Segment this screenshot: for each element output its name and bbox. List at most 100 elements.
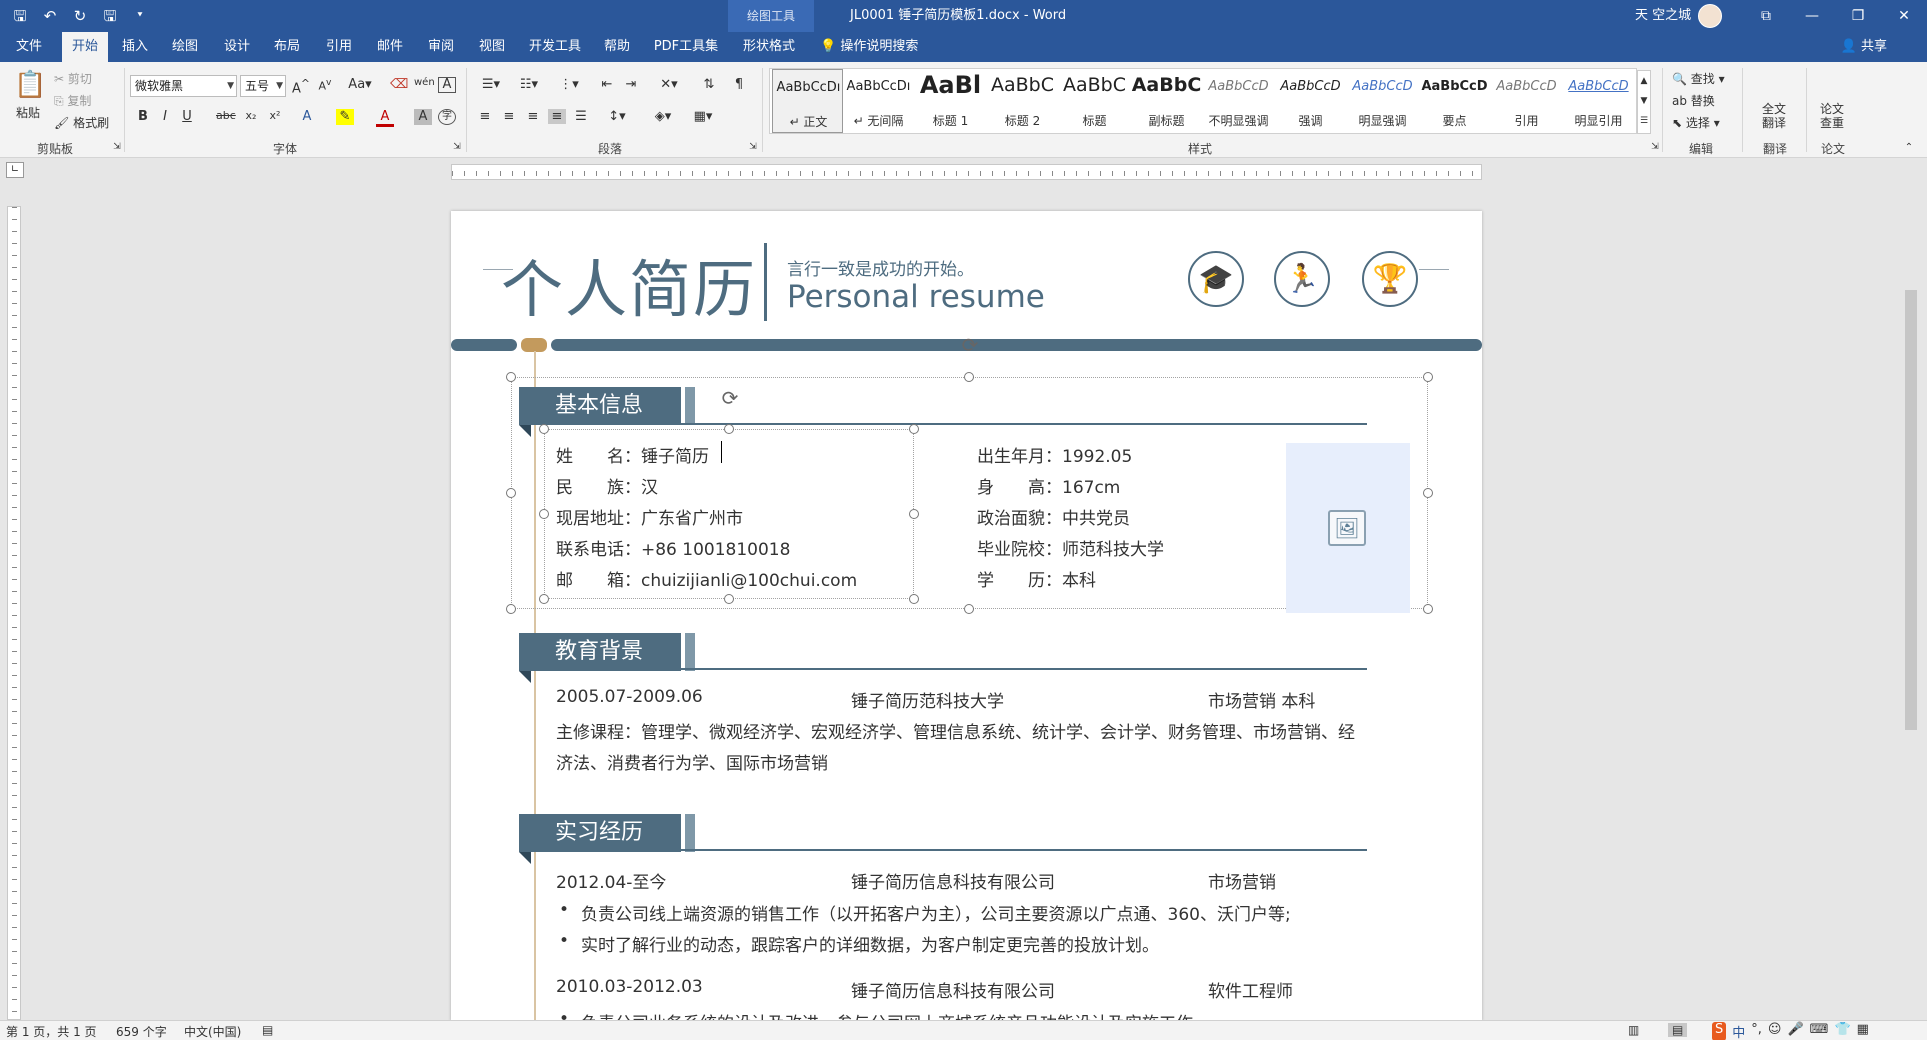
tab-design[interactable]: 设计 (214, 32, 260, 62)
emoji-icon[interactable]: ☺ (1768, 1022, 1782, 1040)
ime-mode-icon[interactable]: 中 (1732, 1022, 1745, 1040)
tab-insert[interactable]: 插入 (112, 32, 158, 62)
resize-handle[interactable] (909, 424, 919, 434)
paragraph-launcher-icon[interactable]: ⇲ (744, 142, 762, 152)
resize-handle[interactable] (506, 604, 516, 614)
edu-date[interactable]: 2005.07-2009.06 (556, 687, 703, 707)
tab-developer[interactable]: 开发工具 (522, 32, 588, 62)
line-spacing-icon[interactable]: ↕▾ (604, 109, 630, 124)
clear-formatting-icon[interactable]: ⌫ (390, 77, 408, 92)
rotate-handle-icon[interactable]: ⟳ (719, 387, 741, 409)
style-heading-1[interactable]: AaBl 标题 1 (915, 69, 986, 133)
character-border-icon[interactable]: A (438, 77, 456, 93)
font-size-combo[interactable]: 五号 ▼ (240, 75, 286, 97)
close-icon[interactable]: ✕ (1881, 0, 1927, 32)
job1-role[interactable]: 市场营销 (1208, 868, 1276, 893)
word-count[interactable]: 659 个字 (116, 1023, 167, 1040)
avatar[interactable] (1698, 4, 1722, 28)
resize-handle[interactable] (539, 509, 549, 519)
save-icon[interactable]: 🖫 (10, 6, 30, 26)
tab-selector-icon[interactable]: ∟ (6, 162, 24, 178)
accessibility-icon[interactable]: ▤ (262, 1023, 273, 1037)
maximize-icon[interactable]: ❐ (1835, 0, 1881, 32)
job1-date[interactable]: 2012.04-至今 (556, 868, 666, 893)
numbering-icon[interactable]: ☷▾ (516, 77, 542, 92)
paste-button[interactable]: 粘贴 (16, 104, 40, 121)
tab-references[interactable]: 引用 (316, 32, 362, 62)
sogou-ime-icon[interactable]: S (1712, 1022, 1727, 1040)
edu-courses-line2[interactable]: 济法、消费者行为学、国际市场营销 (556, 749, 828, 774)
style-strong[interactable]: AaBbCcD 要点 (1419, 69, 1490, 133)
resize-handle[interactable] (1423, 604, 1433, 614)
shading-icon[interactable]: ◈▾ (650, 109, 676, 124)
resize-handle[interactable] (909, 509, 919, 519)
align-right-icon[interactable]: ≡ (524, 109, 542, 124)
borders-icon[interactable]: ▦▾ (690, 109, 716, 124)
style-subtitle[interactable]: AaBbC 副标题 (1131, 69, 1202, 133)
job2-date[interactable]: 2010.03-2012.03 (556, 977, 703, 997)
tab-review[interactable]: 审阅 (418, 32, 464, 62)
format-painter-button[interactable]: 🖌 格式刷 (54, 114, 109, 131)
resize-handle[interactable] (1423, 488, 1433, 498)
resize-handle[interactable] (506, 372, 516, 382)
collapse-ribbon-icon[interactable]: ⌃ (1900, 142, 1918, 153)
font-launcher-icon[interactable]: ⇲ (448, 142, 466, 152)
job1-bullet-1[interactable]: 负责公司线上端资源的销售工作（以开拓客户为主），公司主要资源以广点通、360、沃… (559, 900, 1291, 925)
touch-mode-icon[interactable]: 🖫 (100, 6, 120, 26)
language[interactable]: 中文(中国) (184, 1023, 241, 1040)
resize-handle[interactable] (506, 488, 516, 498)
style-intense-emphasis[interactable]: AaBbCcD 明显强调 (1347, 69, 1418, 133)
style-intense-quote[interactable]: AaBbCcD 明显引用 (1563, 69, 1634, 133)
resize-handle[interactable] (964, 604, 974, 614)
tab-shape-format[interactable]: 形状格式 (732, 32, 806, 62)
shrink-font-icon[interactable]: Av (316, 77, 334, 93)
basic-info-ethnicity[interactable]: 民 族：汉 (556, 473, 658, 498)
vertical-ruler[interactable] (7, 206, 21, 1020)
edu-major[interactable]: 市场营销 本科 (1208, 687, 1315, 712)
tab-mailings[interactable]: 邮件 (367, 32, 413, 62)
tab-file[interactable]: 文件 (4, 32, 54, 62)
copy-button[interactable]: ⎘ 复制 (54, 92, 91, 109)
edu-school[interactable]: 锤子简历范科技大学 (851, 687, 1004, 712)
change-case-icon[interactable]: Aa▾ (346, 77, 374, 92)
tab-pdf-tools[interactable]: PDF工具集 (648, 32, 724, 62)
microphone-icon[interactable]: 🎤 (1787, 1022, 1803, 1040)
phonetic-guide-icon[interactable]: wén (414, 77, 435, 88)
resize-handle[interactable] (539, 594, 549, 604)
replace-button[interactable]: ab 替换 (1672, 92, 1715, 109)
style-heading-2[interactable]: AaBbC 标题 2 (987, 69, 1058, 133)
basic-info-email[interactable]: 邮 箱：chuizijianli@100chui.com (556, 566, 857, 591)
tell-me-search[interactable]: 💡 操作说明搜索 (820, 32, 918, 62)
paste-icon[interactable]: 📋 (14, 70, 46, 100)
tab-view[interactable]: 视图 (469, 32, 515, 62)
full-text-translate-button[interactable]: 全文 翻译 (1762, 102, 1786, 130)
grid-icon[interactable]: ▦ (1857, 1022, 1869, 1040)
print-layout-icon[interactable]: ▤ (1668, 1023, 1688, 1037)
superscript-icon[interactable]: x² (266, 109, 284, 122)
photo-placeholder[interactable]: 🖼 (1286, 443, 1410, 613)
job2-company[interactable]: 锤子简历信息科技有限公司 (851, 977, 1055, 1002)
undo-icon[interactable]: ↶ (40, 6, 60, 26)
align-center-icon[interactable]: ≡ (500, 109, 518, 124)
keyboard-icon[interactable]: ⌨ (1810, 1022, 1829, 1040)
increase-indent-icon[interactable]: ⇥ (622, 77, 640, 92)
multilevel-list-icon[interactable]: ⋮▾ (556, 77, 582, 92)
bold-icon[interactable]: B (134, 109, 152, 124)
basic-info-height[interactable]: 身 高：167cm (977, 473, 1120, 498)
underline-icon[interactable]: U (178, 109, 196, 124)
punctuation-icon[interactable]: °, (1751, 1022, 1762, 1040)
styles-scroll-icon[interactable]: ▲ ▼ ☰ (1637, 70, 1651, 134)
basic-info-birth[interactable]: 出生年月：1992.05 (977, 442, 1132, 467)
resize-handle[interactable] (964, 372, 974, 382)
shirt-icon[interactable]: 👕 (1834, 1022, 1850, 1040)
horizontal-ruler[interactable] (451, 164, 1482, 180)
highlight-icon[interactable]: ✎ (336, 109, 354, 125)
distributed-icon[interactable]: ☰ (572, 109, 590, 124)
cut-button[interactable]: ✂ 剪切 (54, 70, 92, 87)
style-no-spacing[interactable]: AaBbCcDı ↵ 无间隔 (843, 69, 914, 133)
ribbon-display-options-icon[interactable]: ⧉ (1743, 0, 1789, 32)
read-mode-icon[interactable]: ▥ (1628, 1023, 1639, 1037)
rotate-handle-icon[interactable]: ⟳ (959, 334, 981, 356)
enclose-characters-icon[interactable]: 字 (438, 109, 456, 125)
basic-info-address[interactable]: 现居地址：广东省广州市 (556, 504, 743, 529)
